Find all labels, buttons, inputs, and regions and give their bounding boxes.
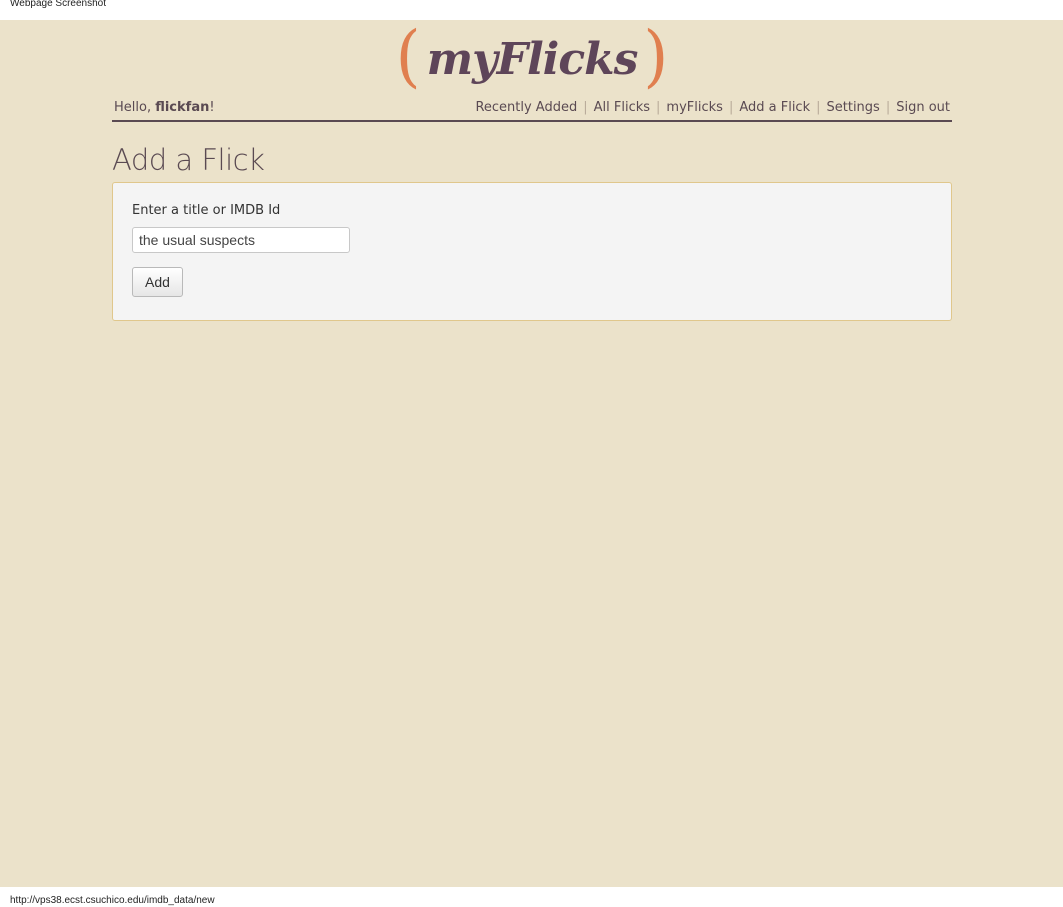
logo-open-paren: ( xyxy=(395,18,421,96)
add-button[interactable]: Add xyxy=(132,267,183,297)
nav-separator: | xyxy=(885,100,891,115)
site-logo[interactable]: ( myFlicks ) xyxy=(396,23,669,90)
nav-separator: | xyxy=(583,100,588,115)
capture-header: Webpage Screenshot xyxy=(0,0,1063,20)
nav-separator: | xyxy=(728,100,734,115)
title-input[interactable] xyxy=(132,227,350,253)
status-url: http://vps38.ecst.csuchico.edu/imdb_data… xyxy=(10,895,215,906)
nav-link-recently-added[interactable]: Recently Added xyxy=(475,100,577,115)
nav-link-settings[interactable]: Settings xyxy=(827,100,880,115)
nav-separator: | xyxy=(656,100,661,115)
nav-link-add-a-flick[interactable]: Add a Flick xyxy=(739,100,810,115)
add-flick-form-panel: Enter a title or IMDB Id Add xyxy=(112,182,952,321)
nav-link-myflicks[interactable]: myFlicks xyxy=(666,100,723,115)
page-title: Add a Flick xyxy=(112,143,265,177)
capture-header-text: Webpage Screenshot xyxy=(10,0,106,9)
user-greeting: Hello, flickfan! xyxy=(114,100,215,115)
greeting-prefix: Hello, xyxy=(114,100,156,115)
greeting-suffix: ! xyxy=(209,100,215,115)
logo-close-paren: ) xyxy=(643,18,669,96)
logo-wordmark: myFlicks xyxy=(426,33,639,85)
greeting-username: flickfan xyxy=(155,100,210,115)
nav-links: Recently Added | All Flicks | myFlicks |… xyxy=(475,100,950,115)
nav-separator: | xyxy=(816,100,821,115)
navbar: Hello, flickfan! Recently Added | All Fl… xyxy=(112,98,952,122)
capture-footer: http://vps38.ecst.csuchico.edu/imdb_data… xyxy=(0,887,1063,907)
nav-link-all-flicks[interactable]: All Flicks xyxy=(594,100,650,115)
nav-link-sign-out[interactable]: Sign out xyxy=(896,100,950,115)
title-input-label: Enter a title or IMDB Id xyxy=(132,203,281,218)
page-body: ( myFlicks ) Hello, flickfan! Recently A… xyxy=(0,20,1063,887)
